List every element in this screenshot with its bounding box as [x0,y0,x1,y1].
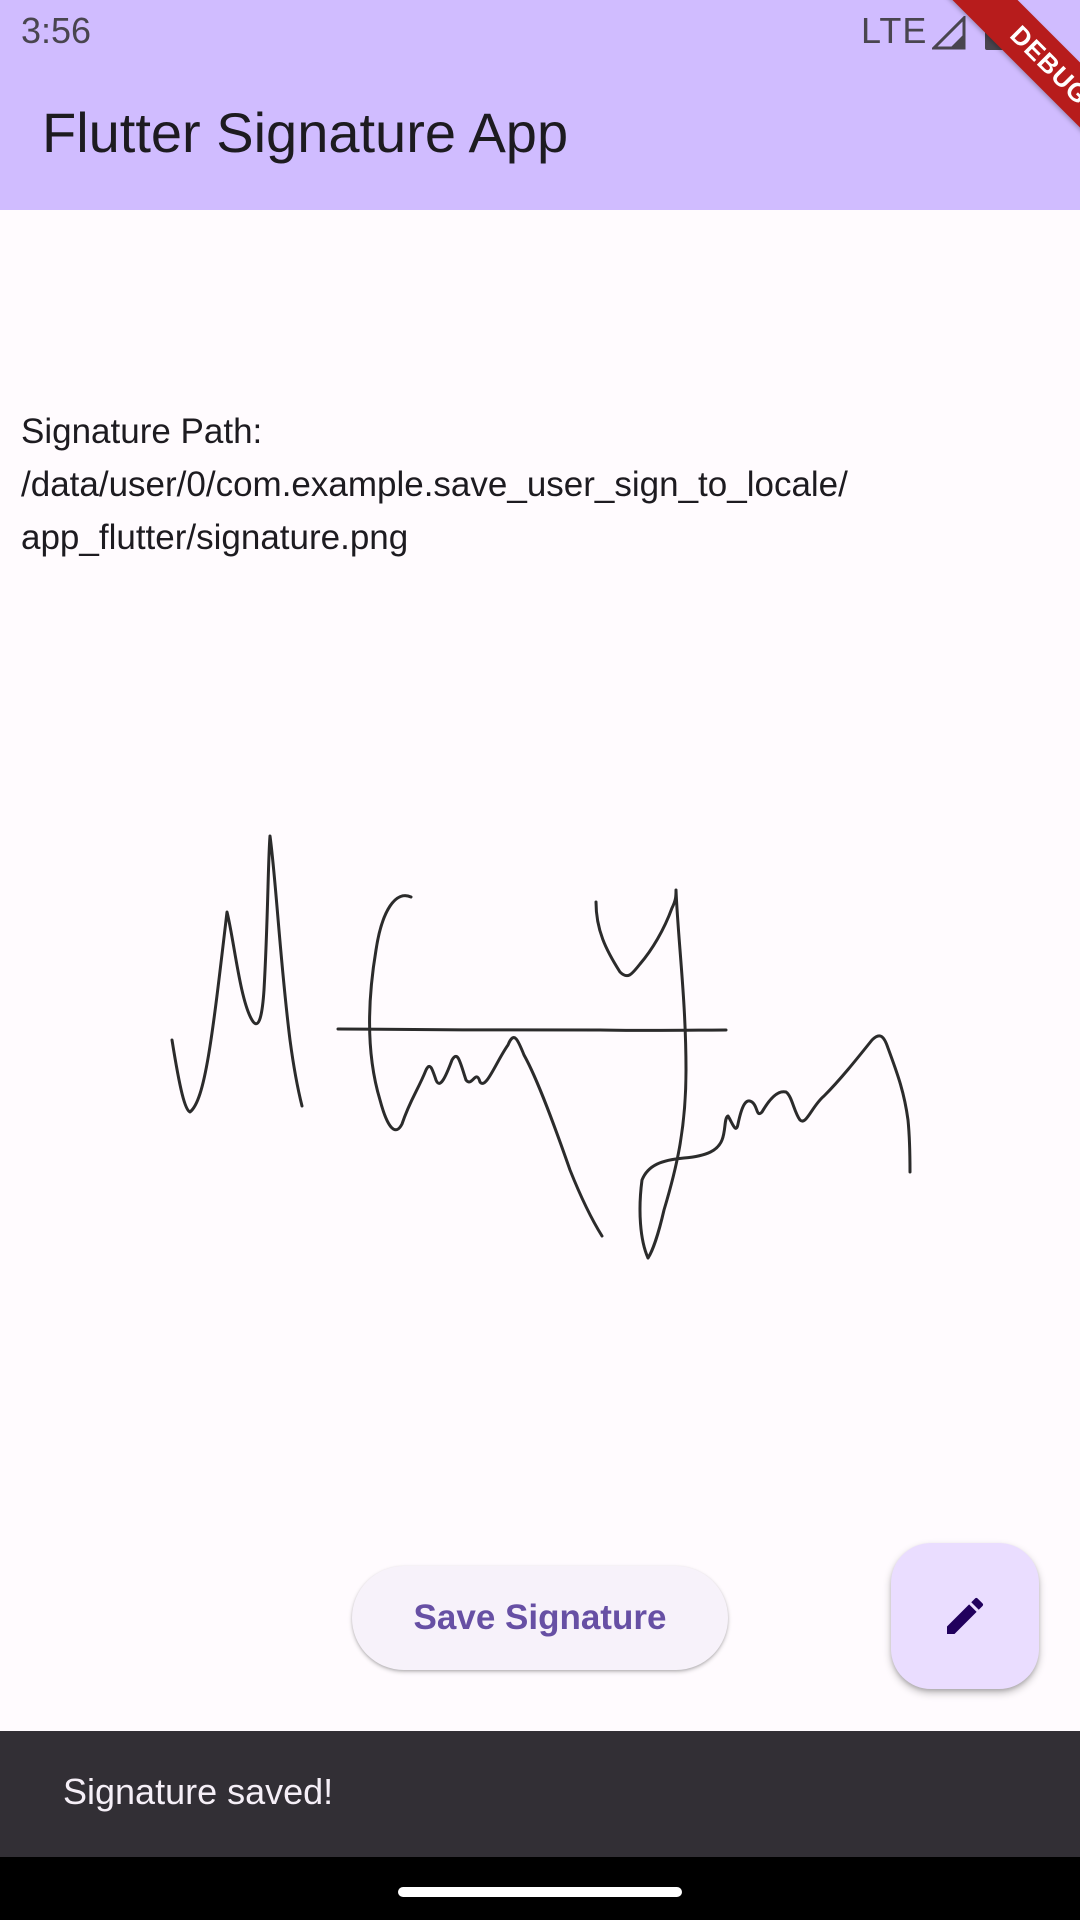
edit-signature-fab[interactable] [891,1543,1039,1689]
signature-path-text: Signature Path: /data/user/0/com.example… [21,405,1061,564]
navigation-bar [0,1857,1080,1920]
home-indicator[interactable] [398,1887,682,1897]
signature-path-value-line1: /data/user/0/com.example.save_user_sign_… [21,465,848,504]
status-time: 3:56 [21,10,92,51]
snackbar-message: Signature saved! [63,1771,334,1812]
app-bar: 3:56 LTE Flutter Signature App DEBUG [0,0,1080,210]
snackbar: Signature saved! [0,1731,1080,1857]
save-signature-button[interactable]: Save Signature [352,1566,728,1670]
signal-icon [932,16,966,50]
signature-path-value-line2: app_flutter/signature.png [21,518,409,557]
signature-path-label: Signature Path: [21,412,263,451]
network-type: LTE [861,10,928,51]
pencil-icon [947,1597,984,1634]
page-title: Flutter Signature App [42,101,569,164]
signature-image [170,834,912,1260]
